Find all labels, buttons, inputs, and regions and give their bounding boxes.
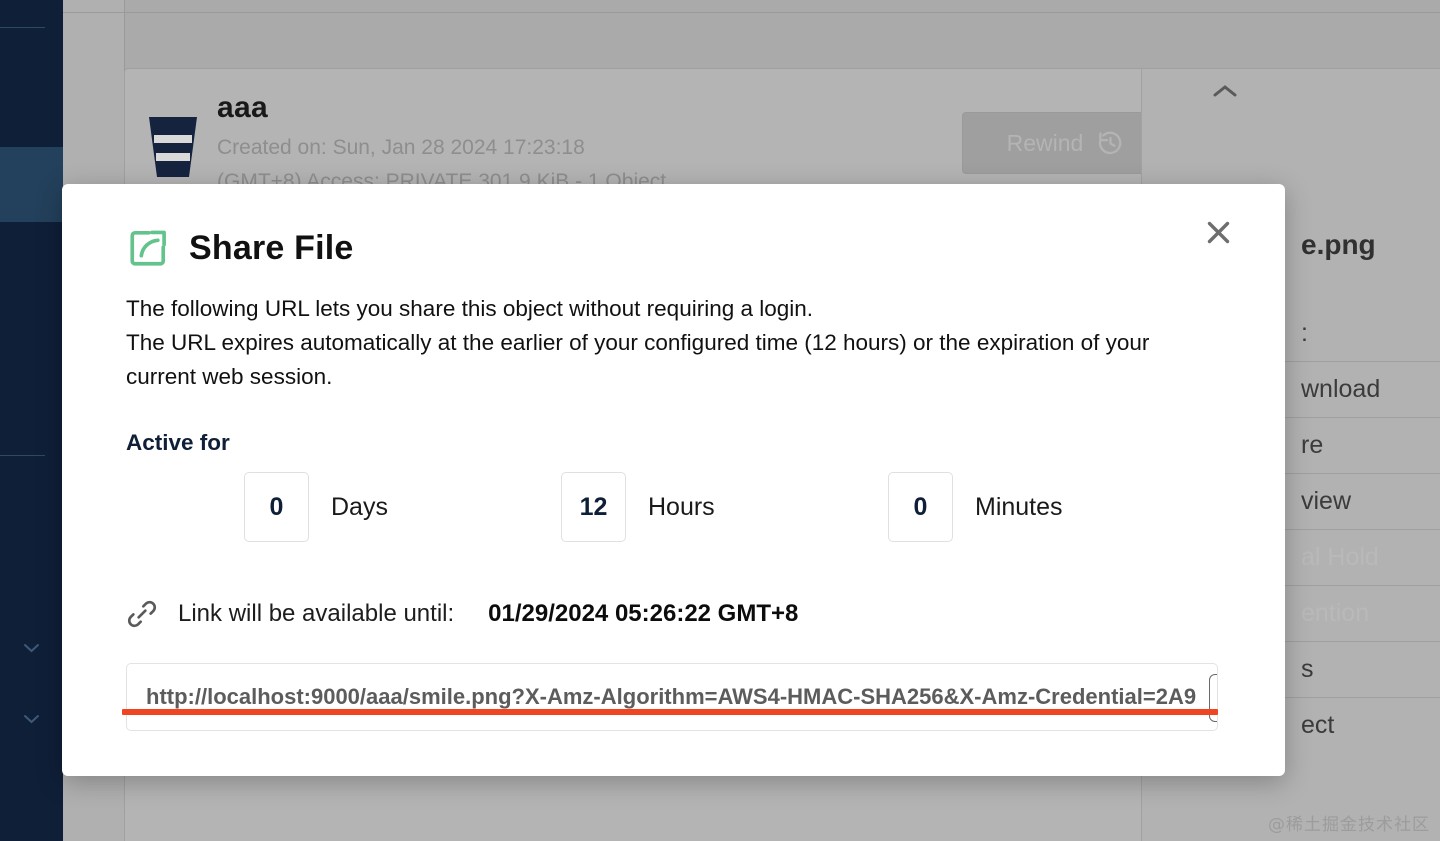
rewind-button-label: Rewind bbox=[1006, 129, 1084, 156]
bucket-header: aaa Created on: Sun, Jan 28 2024 17:23:1… bbox=[125, 69, 1440, 199]
duration-days-group: 0 Days bbox=[244, 472, 388, 542]
minutes-input[interactable]: 0 bbox=[888, 472, 953, 542]
hours-input[interactable]: 12 bbox=[561, 472, 626, 542]
annotation-underline bbox=[122, 709, 1218, 715]
object-file-name: e.png bbox=[1301, 229, 1376, 260]
share-file-icon bbox=[130, 230, 166, 266]
sidebar-expand-1[interactable] bbox=[0, 626, 63, 668]
close-button[interactable] bbox=[1197, 211, 1239, 253]
description-line-2: The URL expires automatically at the ear… bbox=[126, 330, 1100, 355]
watermark: @稀土掘金技术社区 bbox=[1268, 815, 1430, 835]
object-row-label: : bbox=[1301, 318, 1308, 347]
modal-title: Share File bbox=[189, 228, 354, 267]
duration-minutes-group: 0 Minutes bbox=[888, 472, 1063, 542]
modal-header: Share File bbox=[127, 227, 354, 269]
share-file-modal: Share File The following URL lets you sh… bbox=[62, 184, 1285, 776]
chevron-up-icon[interactable] bbox=[1212, 83, 1238, 99]
sidebar-divider-top bbox=[0, 27, 45, 28]
sidebar-item-active[interactable] bbox=[0, 147, 63, 222]
object-row-label: s bbox=[1301, 655, 1314, 683]
sidebar bbox=[0, 0, 63, 841]
days-label: Days bbox=[331, 492, 388, 521]
description-line-1: The following URL lets you share this ob… bbox=[126, 296, 814, 321]
object-row-label: ect bbox=[1301, 711, 1335, 739]
active-for-label: Active for bbox=[126, 430, 230, 455]
link-icon bbox=[127, 600, 157, 628]
bucket-name: aaa bbox=[217, 91, 268, 124]
days-input[interactable]: 0 bbox=[244, 472, 309, 542]
bucket-created-line: Created on: Sun, Jan 28 2024 17:23:18 bbox=[217, 136, 585, 159]
chevron-down-icon bbox=[24, 643, 39, 652]
duration-hours-group: 12 Hours bbox=[561, 472, 715, 542]
top-divider bbox=[63, 12, 1440, 13]
object-row-label: al Hold bbox=[1301, 543, 1379, 571]
link-expiry-row: Link will be available until: 01/29/2024… bbox=[126, 598, 798, 630]
link-expiry-value: 01/29/2024 05:26:22 GMT+8 bbox=[488, 600, 799, 627]
bucket-icon bbox=[149, 117, 197, 177]
object-row-label: ention bbox=[1301, 599, 1370, 627]
hours-label: Hours bbox=[648, 492, 715, 521]
share-url-field[interactable]: http://localhost:9000/aaa/smile.png?X-Am… bbox=[126, 663, 1218, 731]
object-row-label: view bbox=[1301, 487, 1352, 515]
sidebar-expand-2[interactable] bbox=[0, 697, 63, 739]
modal-description: The following URL lets you share this ob… bbox=[126, 292, 1216, 394]
object-row-label: re bbox=[1301, 431, 1324, 459]
minutes-label: Minutes bbox=[975, 492, 1063, 521]
duration-row: 0 Days 12 Hours 0 Minutes bbox=[126, 472, 1156, 554]
rewind-button[interactable]: Rewind bbox=[962, 112, 1169, 174]
sidebar-divider-mid bbox=[0, 455, 45, 456]
rewind-clock-icon bbox=[1099, 131, 1122, 154]
link-expiry-label: Link will be available until: bbox=[178, 600, 455, 627]
share-url-value: http://localhost:9000/aaa/smile.png?X-Am… bbox=[146, 684, 1197, 709]
object-row-label: wnload bbox=[1301, 375, 1381, 403]
screen: aaa Created on: Sun, Jan 28 2024 17:23:1… bbox=[0, 0, 1440, 841]
close-icon bbox=[1207, 221, 1229, 243]
chevron-down-icon bbox=[24, 714, 39, 723]
